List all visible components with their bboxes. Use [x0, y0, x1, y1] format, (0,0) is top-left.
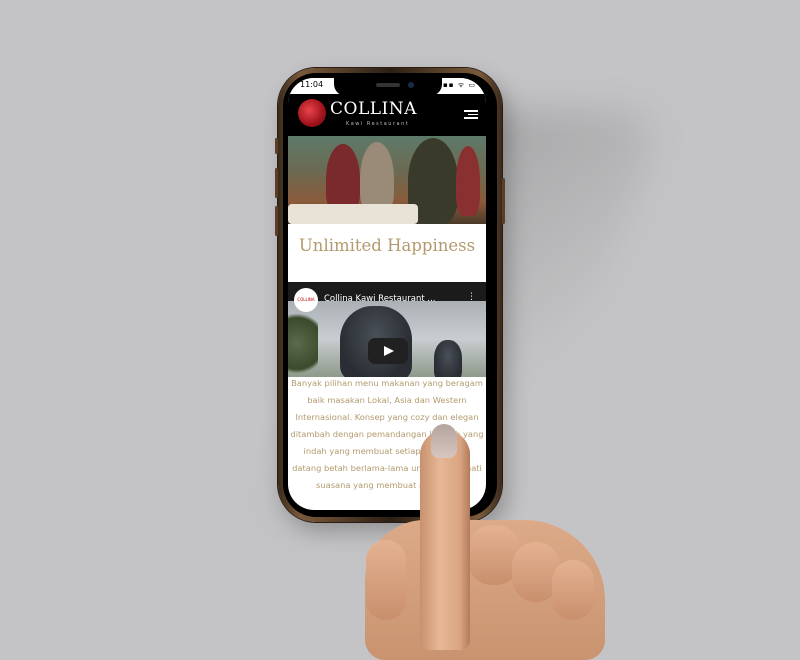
play-icon[interactable]: [368, 338, 408, 364]
more-options-icon[interactable]: ⋮: [467, 292, 476, 302]
logo-icon[interactable]: [298, 99, 326, 127]
fingernail: [431, 424, 457, 458]
volume-up-button: [275, 168, 278, 198]
hamburger-menu-icon[interactable]: [464, 108, 478, 120]
volume-down-button: [275, 206, 278, 236]
thumb: [366, 540, 406, 620]
status-icons: ▪▪▪ ᯤ ▭: [437, 81, 476, 89]
index-finger: [420, 430, 470, 650]
video-title[interactable]: Collina Kawi Restaurant ...: [324, 294, 436, 304]
power-button: [502, 178, 505, 224]
mute-switch: [275, 138, 278, 154]
video-channel-avatar[interactable]: COLLINA: [294, 288, 318, 312]
hero-photo: [288, 136, 486, 224]
video-statue: [434, 340, 462, 377]
speaker: [376, 83, 400, 87]
brand-name[interactable]: COLLINA: [330, 99, 417, 119]
video-embed[interactable]: COLLINA Collina Kawi Restaurant ... ⋮: [288, 282, 486, 377]
site-header: COLLINA Kawi Restaurant: [288, 94, 486, 136]
knuckle: [552, 560, 594, 620]
camera: [408, 82, 414, 88]
page-heading: Unlimited Happiness: [298, 236, 476, 255]
status-time: 11:04: [300, 80, 324, 89]
photo-table: [288, 204, 418, 224]
video-tree: [288, 306, 318, 377]
photo-person: [456, 146, 480, 216]
brand-subtitle: Kawi Restaurant: [346, 121, 410, 127]
